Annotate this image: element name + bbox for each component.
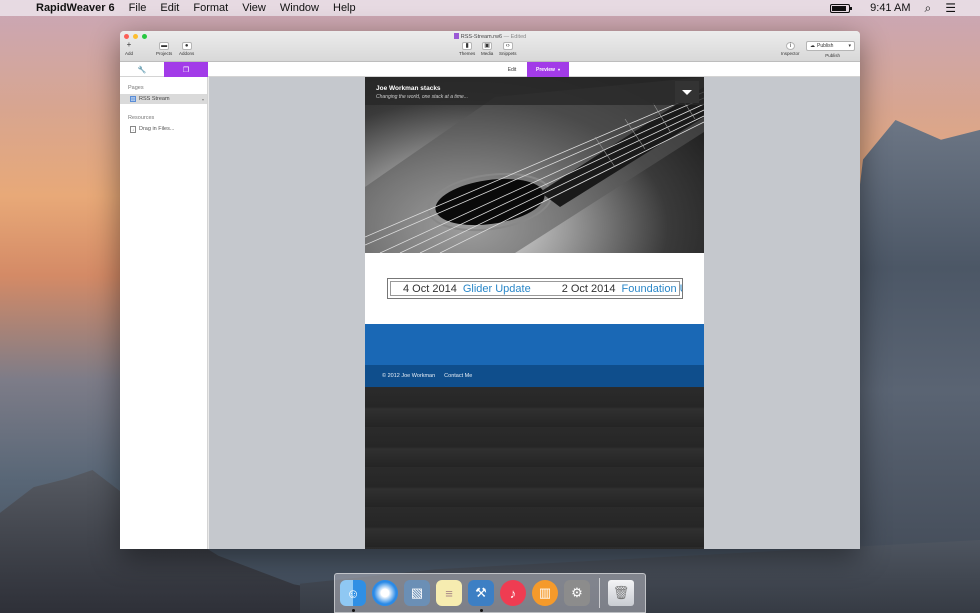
file-icon: ↓	[130, 125, 136, 133]
site-menu-toggle[interactable]	[675, 81, 699, 103]
feed-item-link[interactable]: Foundation Updates	[622, 283, 682, 295]
preview-page: Joe Workman stacks Changing the world, o…	[365, 77, 704, 549]
rss-stream-ticker: 4 Oct 2014 Glider Update 2 Oct 2014 Foun…	[387, 278, 683, 299]
site-footer: © 2012 Joe Workman Contact Me	[365, 365, 704, 387]
addons-label: Addons	[179, 51, 195, 56]
pages-icon: ❐	[182, 66, 190, 74]
themes-label: Themes	[459, 51, 476, 56]
mode-bar: 🔧 ❐ Edit Preview ▾	[120, 62, 860, 77]
safari-icon[interactable]: ⊕	[372, 580, 398, 606]
publish-button[interactable]: ☁ Publish ▾	[806, 41, 855, 51]
feed-item: 4 Oct 2014 Glider Update	[403, 283, 547, 295]
footer-contact-link[interactable]: Contact Me	[444, 373, 472, 379]
cloud-icon: ☁	[810, 43, 815, 49]
wood-background	[365, 387, 704, 549]
inspector-label: Inspector	[781, 51, 800, 56]
resources-heading: Resources	[128, 115, 155, 121]
footer-copyright: © 2012 Joe Workman	[382, 373, 436, 379]
document-icon	[453, 33, 459, 39]
sidebar-item-drag-in-files[interactable]: ↓ Drag in Files...	[120, 124, 207, 134]
rapidweaver-window: RSS-Stream.rw6 — Edited + Add ▬ Projects…	[120, 31, 860, 549]
preview-mode-label: Preview	[536, 66, 555, 73]
chevron-down-icon: ▾	[557, 67, 560, 72]
notes-icon[interactable]: ≡	[436, 580, 462, 606]
menubar-clock[interactable]: 9:41 AM	[870, 2, 910, 14]
menu-app-name[interactable]: RapidWeaver 6	[36, 2, 115, 14]
snippets-button[interactable]: ‹› Snippets	[499, 42, 517, 56]
menu-view[interactable]: View	[242, 2, 266, 14]
media-button[interactable]: ▣ Media	[481, 42, 493, 56]
pages-heading: Pages	[128, 85, 144, 91]
sidebar-item-label: Drag in Files...	[139, 126, 175, 132]
menu-format[interactable]: Format	[193, 2, 228, 14]
themes-button[interactable]: ▮ Themes	[459, 42, 475, 56]
page-icon: ▤	[130, 96, 136, 102]
snippets-icon: ‹›	[502, 42, 513, 50]
edit-mode-tab[interactable]: Edit	[498, 62, 526, 77]
site-subtitle: Changing the world, one stack at a time.…	[376, 94, 468, 100]
notification-center-icon[interactable]: ☰	[945, 1, 956, 15]
preview-app-icon[interactable]: ▧	[404, 580, 430, 606]
preview-canvas: Joe Workman stacks Changing the world, o…	[209, 77, 860, 549]
dock-separator	[599, 578, 600, 608]
snippets-label: Snippets	[499, 51, 517, 56]
media-icon: ▣	[482, 42, 493, 50]
battery-icon[interactable]	[830, 3, 853, 13]
feed-item: 2 Oct 2014 Foundation Updates	[561, 282, 682, 295]
projects-button[interactable]: ▬ Projects	[156, 42, 172, 56]
finder-icon[interactable]: ☺	[340, 580, 366, 612]
sidebar: Pages ▤ RSS Stream ▾ Resources ↓ Drag in…	[120, 77, 208, 549]
menubar: RapidWeaver 6 File Edit Format View Wind…	[0, 0, 980, 16]
edited-status[interactable]: — Edited	[504, 34, 527, 40]
info-icon: i	[785, 42, 795, 50]
document-title: RSS-Stream.rw6 — Edited	[120, 33, 860, 40]
preview-mode-tab[interactable]: Preview ▾	[527, 62, 569, 77]
media-label: Media	[481, 51, 494, 56]
feed-item-link[interactable]: Glider Update	[463, 283, 531, 295]
publish-label: Publish	[825, 53, 840, 58]
themes-icon: ▮	[462, 42, 473, 50]
publish-button-label: Publish	[817, 43, 834, 49]
document-name: RSS-Stream.rw6	[460, 34, 503, 40]
blue-content-band	[365, 324, 704, 365]
chevron-down-icon[interactable]: ▾	[202, 97, 204, 102]
sidebar-item-label: RSS Stream	[139, 96, 170, 102]
hero-guitar-image: Joe Workman stacks Changing the world, o…	[365, 77, 704, 253]
chevron-down-icon[interactable]: ▾	[848, 43, 851, 49]
menu-window[interactable]: Window	[280, 2, 319, 14]
spotlight-search-icon[interactable]: ⌕	[925, 1, 932, 16]
sidebar-item-rss-stream[interactable]: ▤ RSS Stream ▾	[120, 94, 207, 104]
inspector-button[interactable]: i Inspector	[781, 42, 800, 56]
trash-icon[interactable]: 🗑	[608, 580, 634, 606]
window-titlebar: RSS-Stream.rw6 — Edited + Add ▬ Projects…	[120, 31, 860, 62]
mountain-right	[850, 120, 980, 613]
tab-tools[interactable]: 🔧	[120, 62, 164, 77]
system-preferences-icon[interactable]: ⚙	[564, 580, 590, 606]
feed-item-date: 4 Oct 2014	[403, 282, 457, 295]
wrench-icon: 🔧	[137, 66, 147, 74]
add-button[interactable]: + Add	[124, 40, 134, 57]
add-label: Add	[124, 51, 133, 56]
triangle-down-icon	[682, 89, 692, 95]
menu-edit[interactable]: Edit	[160, 2, 179, 14]
site-title[interactable]: Joe Workman stacks	[376, 85, 441, 92]
feed-item-date: 2 Oct 2014	[561, 282, 616, 295]
projects-label: Projects	[156, 51, 173, 56]
plus-icon: +	[126, 40, 132, 49]
ibooks-icon[interactable]: ▥	[532, 580, 558, 606]
xcode-icon[interactable]: ⚒	[468, 580, 494, 612]
projects-icon: ▬	[159, 42, 170, 50]
tab-pages[interactable]: ❐	[164, 62, 208, 77]
menu-help[interactable]: Help	[333, 2, 356, 14]
addons-icon: ●	[181, 42, 192, 50]
menu-file[interactable]: File	[129, 2, 147, 14]
itunes-icon[interactable]: ♪	[500, 580, 526, 606]
dock: ☺ ⊕ ▧ ≡ ⚒ ♪ ▥ ⚙ 🗑	[334, 573, 646, 613]
addons-button[interactable]: ● Addons	[179, 42, 194, 56]
